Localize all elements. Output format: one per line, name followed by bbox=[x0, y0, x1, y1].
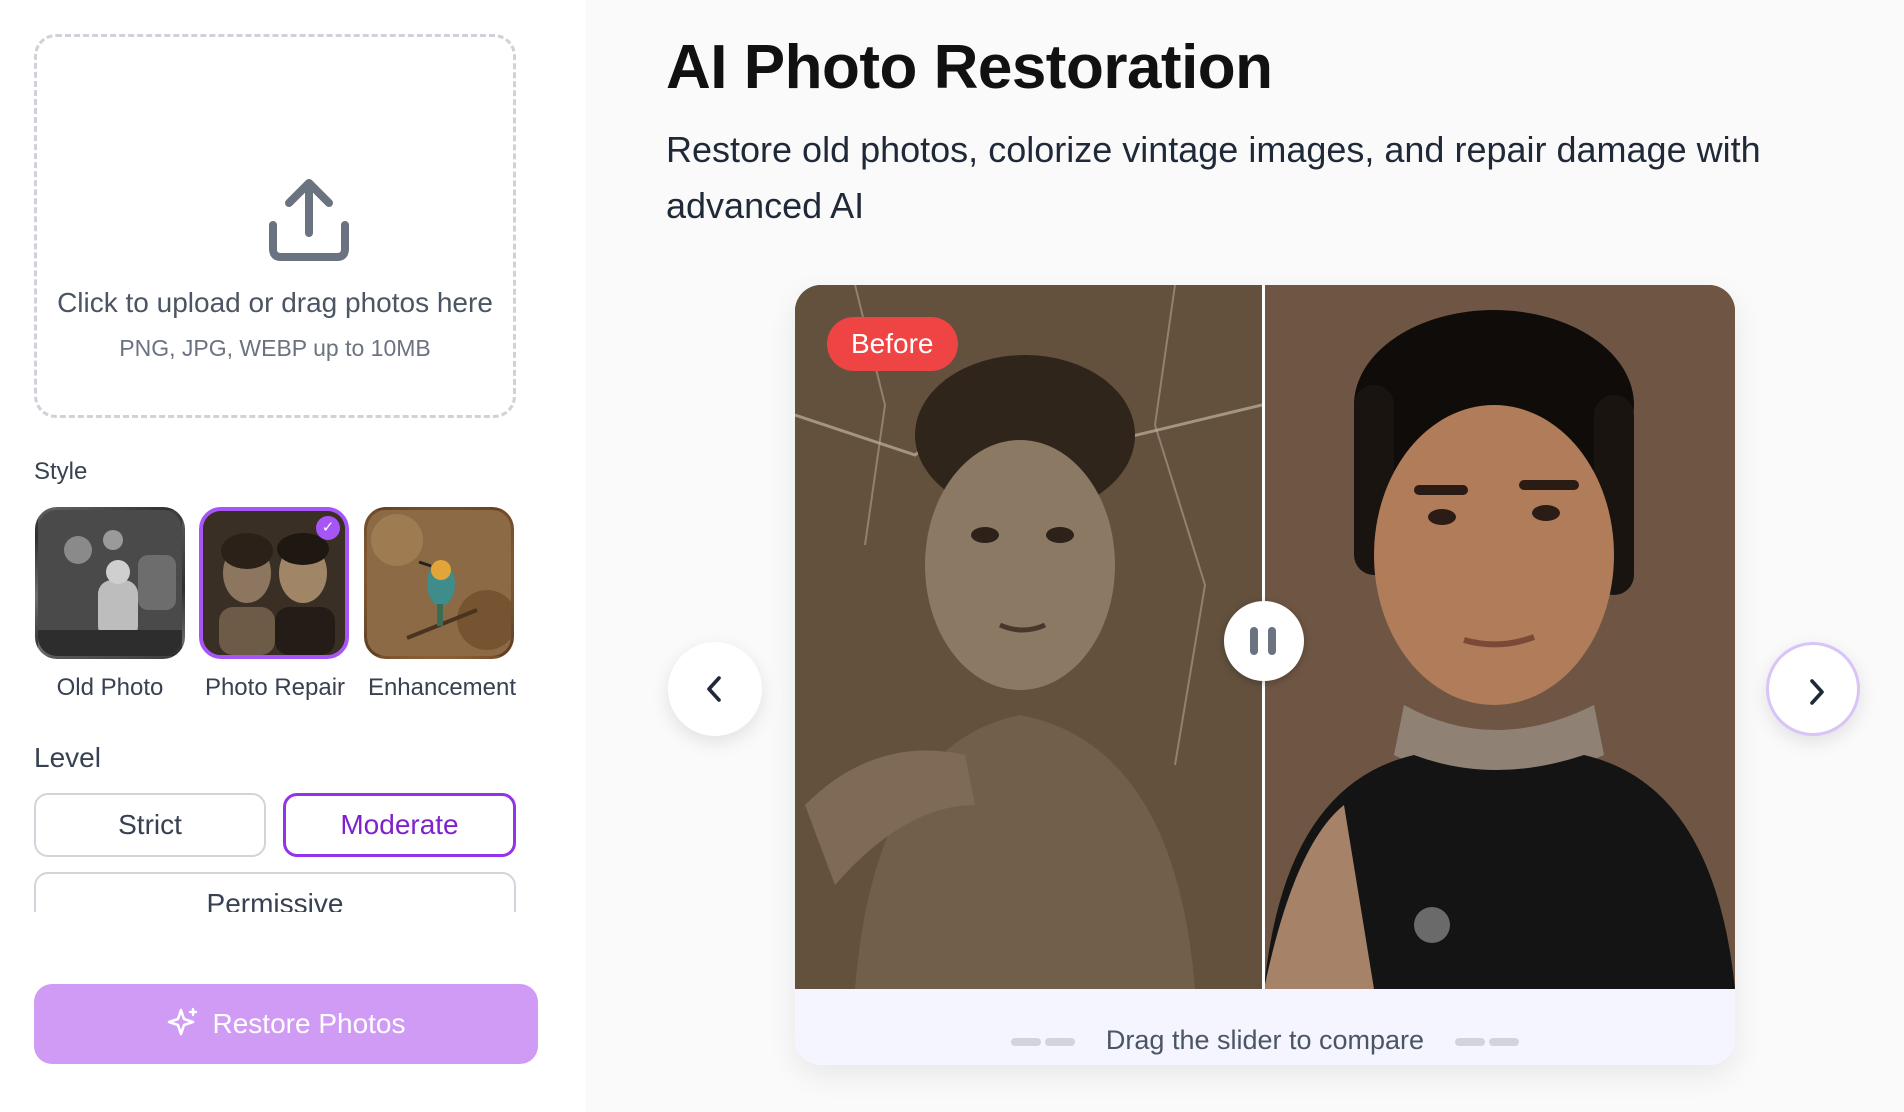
style-option-enhancement[interactable] bbox=[364, 507, 514, 659]
level-permissive-button[interactable]: Permissive bbox=[34, 872, 516, 912]
chevron-left-icon bbox=[707, 676, 721, 702]
upload-icon bbox=[269, 179, 349, 261]
style-option-label: Photo Repair bbox=[204, 674, 346, 701]
after-image bbox=[1264, 285, 1735, 989]
style-option-photo-repair[interactable]: ✓ bbox=[199, 507, 349, 659]
style-option-label: Old Photo bbox=[56, 674, 164, 701]
style-option-old-photo[interactable] bbox=[35, 507, 185, 659]
restore-photos-button[interactable]: Restore Photos bbox=[34, 984, 538, 1064]
page-subtitle: Restore old photos, colorize vintage ima… bbox=[666, 129, 1761, 226]
next-example-button[interactable] bbox=[1766, 642, 1860, 736]
compare-hint-text: Drag the slider to compare bbox=[1105, 1025, 1425, 1055]
enhancement-thumbnail bbox=[367, 510, 511, 656]
level-options-scroll: Permissive bbox=[34, 872, 516, 912]
level-label: Level bbox=[34, 742, 101, 773]
chevron-right-icon bbox=[1810, 679, 1824, 705]
upload-dropzone[interactable]: Click to upload or drag photos here PNG,… bbox=[34, 34, 516, 418]
upload-title: Click to upload or drag photos here bbox=[57, 287, 493, 318]
pause-icon bbox=[1250, 627, 1258, 655]
compare-slider-handle[interactable] bbox=[1224, 601, 1304, 681]
old-photo-thumbnail bbox=[38, 510, 182, 656]
compare-hint: Drag the slider to compare bbox=[795, 1025, 1735, 1056]
before-image bbox=[795, 285, 1263, 989]
page-title: AI Photo Restoration bbox=[666, 33, 1273, 102]
before-badge: Before bbox=[827, 317, 958, 371]
restore-button-label: Restore Photos bbox=[212, 1008, 406, 1039]
level-strict-button[interactable]: Strict bbox=[34, 793, 266, 857]
sparkle-icon bbox=[167, 1007, 197, 1035]
previous-example-button[interactable] bbox=[668, 642, 762, 736]
main-content: AI Photo Restoration Restore old photos,… bbox=[586, 0, 1904, 1112]
style-label: Style bbox=[34, 458, 88, 485]
upload-format-hint: PNG, JPG, WEBP up to 10MB bbox=[119, 335, 431, 361]
style-option-label: Enhancement bbox=[367, 674, 517, 701]
before-after-comparison[interactable]: Before Drag the slider to compare bbox=[795, 285, 1735, 1065]
selected-check-icon: ✓ bbox=[316, 516, 340, 540]
level-moderate-button[interactable]: Moderate bbox=[283, 793, 516, 857]
settings-panel: Click to upload or drag photos here PNG,… bbox=[0, 0, 570, 1112]
